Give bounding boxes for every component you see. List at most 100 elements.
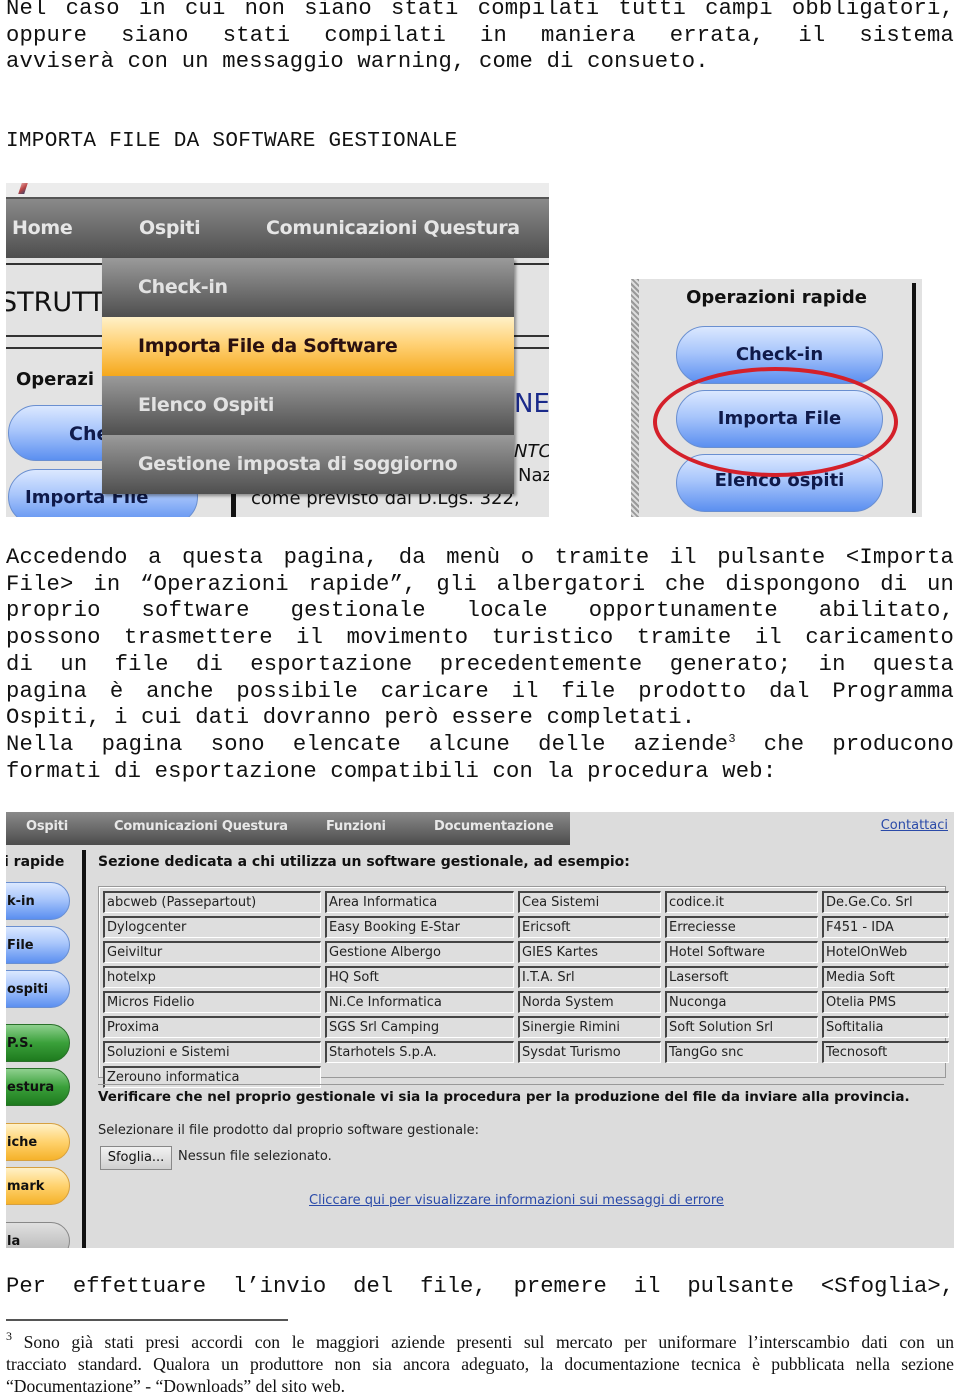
vendor-cell[interactable]: Nuconga (665, 991, 818, 1013)
body-text: Nella pagina sono elencate alcune delle … (6, 731, 729, 757)
footnote-number: 3 (6, 1329, 12, 1343)
vendor-cell[interactable]: F451 - IDA (822, 916, 949, 938)
browse-button[interactable]: Sfoglia... (100, 1146, 172, 1170)
section-heading: IMPORTA FILE DA SOFTWARE GESTIONALE (6, 130, 458, 153)
divider (98, 1084, 944, 1085)
menu-item-importa-file[interactable]: Importa File da Software Gestionale (102, 317, 514, 416)
vendor-cell[interactable]: Sysdat Turismo (518, 1041, 661, 1063)
sidebar-button[interactable]: File (6, 926, 70, 964)
vendor-cell[interactable]: Geiviltur (103, 941, 321, 963)
nav-home[interactable]: Home (12, 217, 73, 239)
nav-ospiti[interactable]: Ospiti (26, 819, 68, 834)
body-text: che producono (735, 731, 954, 757)
vendor-cell[interactable]: Easy Booking E-Star (325, 916, 514, 938)
body-line: File> in “Operazioni rapide”, gli alberg… (6, 571, 954, 597)
vendor-cell[interactable]: De.Ge.Co. Srl (822, 891, 949, 913)
sidebar-button[interactable]: estura (6, 1068, 70, 1106)
vendor-cell[interactable]: Lasersoft (665, 966, 818, 988)
vendor-grid: abcweb (Passepartout) Area Informatica Cea… (98, 886, 949, 1088)
vendor-cell[interactable]: HQ Soft (325, 966, 514, 988)
intro-line: oppure siano stati compilati in maniera … (6, 22, 954, 48)
sidebar-button[interactable]: P.S. (6, 1024, 70, 1062)
menu-item-elenco-ospiti[interactable]: Elenco Ospiti (102, 376, 514, 435)
footnote-line: 3 Sono già stati presi accordi con le ma… (6, 1329, 954, 1353)
vendor-cell[interactable]: TangGo snc (665, 1041, 818, 1063)
error-info-link[interactable]: Cliccare qui per visualizzare informazio… (309, 1193, 724, 1208)
sidebar-title: i rapide (6, 854, 65, 870)
nav-funzioni[interactable]: Funzioni (326, 819, 386, 834)
body-line: proprio software gestionale locale oppor… (6, 598, 954, 624)
body-line: pagina è anche possibile caricare il fil… (6, 678, 954, 704)
vendor-cell[interactable]: Dylogcenter (103, 916, 321, 938)
menu-item-check-in[interactable]: Check-in (102, 258, 514, 317)
vendor-cell[interactable]: HotelOnWeb (822, 941, 949, 963)
vendor-cell[interactable]: Hotel Software (665, 941, 818, 963)
footnote-ref: 3 (728, 731, 736, 746)
body-line: possono trasmettere il movimento turisti… (6, 625, 954, 651)
sidebar-button[interactable]: k-in (6, 882, 70, 920)
sidebar-button[interactable]: mark (6, 1167, 70, 1205)
contact-link[interactable]: Contattaci (881, 818, 948, 833)
hatch-border (631, 279, 639, 517)
body-line: formati di esportazione compatibili con … (6, 758, 777, 784)
vendor-cell[interactable]: codice.it (665, 891, 818, 913)
vendor-cell[interactable]: Area Informatica (325, 891, 514, 913)
bottom-paragraph: Per effettuare l’invio del file, premere… (6, 1274, 954, 1299)
ospiti-dropdown-menu: Check-in Importa File da Software Gestio… (102, 258, 514, 494)
vendor-cell[interactable]: Gestione Albergo (325, 941, 514, 963)
nav-comunicazioni-questura[interactable]: Comunicazioni Questura (114, 819, 288, 834)
vendor-cell[interactable]: Cea Sistemi (518, 891, 661, 913)
body-line: Ospiti, i cui dati dovranno però essere … (6, 705, 696, 731)
vendor-cell[interactable]: Proxima (103, 1016, 321, 1038)
vendor-cell[interactable]: Norda System (518, 991, 661, 1013)
vendor-cell[interactable]: Erreciesse (665, 916, 818, 938)
body-line: Nella pagina sono elencate alcune delle … (6, 732, 954, 759)
footnote-rule (6, 1319, 288, 1321)
sidebar-button[interactable]: la (6, 1222, 70, 1248)
background-operazioni-title: Operazi (16, 369, 95, 390)
menu-item-imposta-soggiorno[interactable]: Gestione imposta di soggiorno (102, 435, 514, 494)
nav-comunicazioni-questura[interactable]: Comunicazioni Questura (266, 217, 520, 239)
background-text: NE (514, 389, 549, 419)
vendor-grid-cells: abcweb (Passepartout) Area Informatica Cea… (103, 891, 949, 1088)
vendor-cell[interactable]: Soluzioni e Sistemi (103, 1041, 321, 1063)
verify-text: Verificare che nel proprio gestionale vi… (98, 1089, 910, 1105)
vendor-cell[interactable]: SGS Srl Camping (325, 1016, 514, 1038)
background-text: Naz (518, 465, 549, 486)
quick-operations-screenshot: Operazioni rapide Check-in Importa File … (631, 279, 922, 517)
vendor-cell[interactable]: Tecnosoft (822, 1041, 949, 1063)
divider (82, 850, 86, 1248)
nav-documentazione[interactable]: Documentazione (434, 819, 554, 834)
intro-line: Nel caso in cui non siano stati compilat… (6, 0, 954, 21)
footnote-line: “Documentazione” - “Downloads” del sito … (6, 1376, 346, 1397)
vendor-cell[interactable]: Micros Fidelio (103, 991, 321, 1013)
vendor-cell[interactable]: GIES Kartes (518, 941, 661, 963)
vendor-cell[interactable]: abcweb (Passepartout) (103, 891, 321, 913)
vendor-cell[interactable]: Starhotels S.p.A. (325, 1041, 514, 1063)
sidebar-button[interactable]: iche (6, 1123, 70, 1161)
vendor-cell[interactable]: Media Soft (822, 966, 949, 988)
nav-bar: Home Ospiti Comunicazioni Questura (6, 199, 549, 258)
intro-line: avviserà con un messaggio warning, come … (6, 49, 709, 75)
vendor-cell[interactable]: Ericsoft (518, 916, 661, 938)
vendor-cell[interactable]: Otelia PMS (822, 991, 949, 1013)
nav-ospiti[interactable]: Ospiti (139, 217, 201, 239)
sidebar-button[interactable]: ospiti (6, 970, 70, 1008)
vendor-cell[interactable]: Soft Solution Srl (665, 1016, 818, 1038)
vendor-cell[interactable]: Softitalia (822, 1016, 949, 1038)
footnote: 3 Sono già stati presi accordi con le ma… (6, 1329, 954, 1398)
footnote-text: Sono già stati presi accordi con le magg… (23, 1332, 954, 1352)
vendor-cell[interactable]: Ni.Ce Informatica (325, 991, 514, 1013)
menu-screenshot: Home Ospiti Comunicazioni Questura STRUT… (6, 183, 549, 517)
divider (912, 283, 916, 513)
vendor-cell[interactable]: I.T.A. Srl (518, 966, 661, 988)
vendor-cell[interactable]: hotelxp (103, 966, 321, 988)
top-strip (6, 183, 549, 199)
quick-operations-title: Operazioni rapide (686, 287, 867, 308)
file-select-label: Selezionare il file prodotto dal proprio… (98, 1123, 480, 1138)
vendor-cell[interactable]: Sinergie Rimini (518, 1016, 661, 1038)
section-title: Sezione dedicata a chi utilizza un softw… (98, 854, 630, 870)
background-title: STRUTT (6, 287, 105, 318)
body-paragraph: Accedendo a questa pagina, da menù o tra… (6, 545, 954, 785)
body-line: Accedendo a questa pagina, da menù o tra… (6, 545, 954, 570)
